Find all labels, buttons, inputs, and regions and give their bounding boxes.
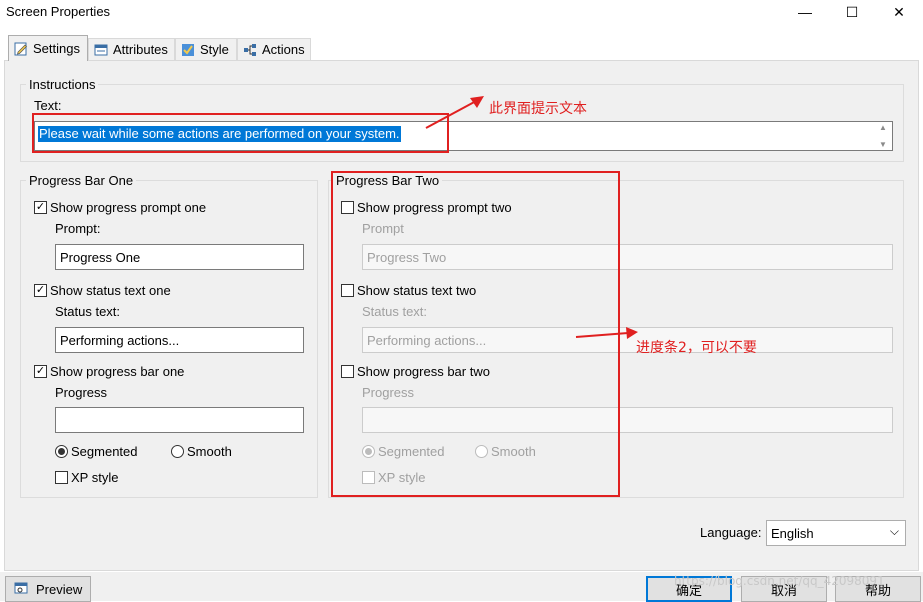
language-value: English	[771, 525, 814, 541]
instructions-group-label: Instructions	[26, 77, 99, 92]
status-one-input[interactable]: Performing actions...	[55, 327, 304, 353]
preview-button[interactable]: Preview	[5, 576, 91, 602]
prompt-one-input[interactable]: Progress One	[55, 244, 304, 270]
show-prompt-one-checkbox[interactable]: ✓	[34, 201, 47, 214]
segmented-one-label: Segmented	[71, 444, 138, 459]
status-one-label: Status text:	[55, 304, 121, 319]
xp-style-one-label: XP style	[71, 470, 119, 485]
annotation-box-instructions	[32, 113, 449, 153]
tab-attributes-label: Attributes	[113, 42, 168, 57]
annotation-arrow-icon	[425, 96, 484, 129]
show-status-one-checkbox[interactable]: ✓	[34, 284, 47, 297]
text-scrollbar[interactable]: ▲ ▼	[875, 123, 891, 149]
scroll-up-icon[interactable]: ▲	[879, 123, 887, 132]
tab-attributes[interactable]: Attributes	[88, 38, 175, 60]
window-title: Screen Properties	[6, 4, 111, 19]
tab-actions[interactable]: Actions	[237, 38, 311, 60]
show-bar-one-checkbox[interactable]: ✓	[34, 365, 47, 378]
show-bar-one-label: Show progress bar one	[50, 364, 185, 379]
smooth-one-label: Smooth	[187, 444, 232, 459]
table-icon	[94, 43, 108, 57]
progress-one-label: Progress	[55, 385, 108, 400]
actions-icon	[243, 43, 257, 57]
xp-style-one-checkbox[interactable]	[55, 471, 68, 484]
progress-bar-one-group-label: Progress Bar One	[26, 173, 137, 188]
preview-icon	[14, 581, 28, 598]
language-select[interactable]: English ⌵	[766, 520, 906, 546]
smooth-one-radio[interactable]	[171, 445, 184, 458]
tab-settings-label: Settings	[33, 41, 80, 56]
tab-actions-label: Actions	[262, 42, 305, 57]
close-button[interactable]: ✕	[876, 0, 922, 24]
annotation-instructions-note: 此界面提示文本	[489, 101, 587, 117]
progress-one-input[interactable]	[55, 407, 304, 433]
annotation-bar-two-note: 进度条2，可以不要	[636, 340, 757, 356]
pencil-icon	[14, 42, 28, 56]
tab-style[interactable]: Style	[175, 38, 237, 60]
text-label: Text:	[34, 98, 62, 113]
prompt-one-label: Prompt:	[55, 221, 101, 236]
chevron-down-icon: ⌵	[889, 524, 899, 538]
style-icon	[181, 43, 195, 57]
segmented-one-radio[interactable]	[55, 445, 68, 458]
show-status-one-label: Show status text one	[50, 283, 171, 298]
tab-style-label: Style	[200, 42, 229, 57]
show-prompt-one-label: Show progress prompt one	[50, 200, 207, 215]
tab-settings[interactable]: Settings	[8, 35, 88, 61]
preview-label: Preview	[36, 581, 83, 597]
minimize-button[interactable]: —	[782, 0, 828, 24]
annotation-arrow-two-icon	[575, 327, 638, 339]
language-label: Language:	[700, 525, 762, 540]
watermark: https://blog.csdn.net/qq_42098091	[674, 574, 885, 588]
maximize-button[interactable]: ☐	[829, 0, 875, 24]
scroll-down-icon[interactable]: ▼	[879, 140, 887, 149]
